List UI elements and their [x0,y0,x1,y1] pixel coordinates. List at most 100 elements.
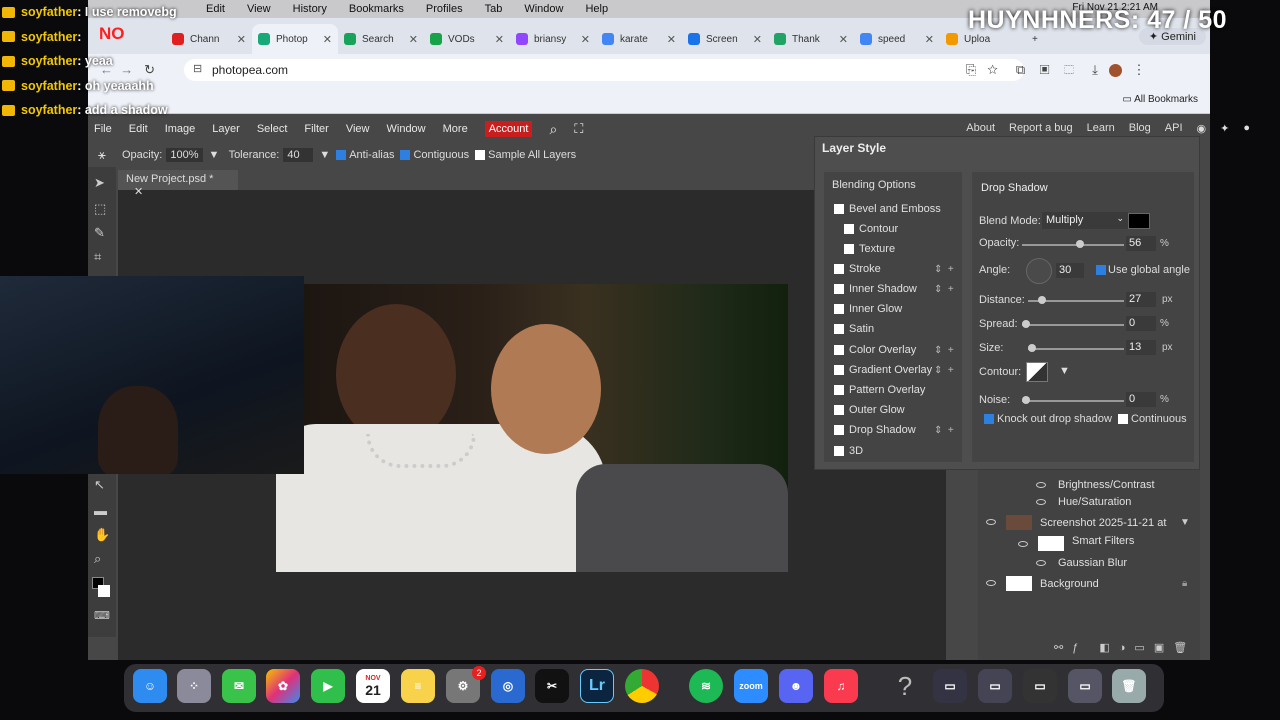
contour-checkbox[interactable] [844,224,854,234]
shadow-color-swatch[interactable] [1128,213,1150,229]
size-slider-knob[interactable] [1028,344,1036,352]
bevel-checkbox[interactable] [834,204,844,214]
outer-glow-checkbox[interactable] [834,405,844,415]
lightroom-icon[interactable]: Lr [580,669,614,703]
gradient-overlay-add-icon[interactable]: ⇕ + [934,365,954,376]
messages-icon[interactable]: ✉ [222,669,256,703]
pp-link-learn[interactable]: Learn [1087,122,1115,135]
style-drop-shadow[interactable]: Drop Shadow [834,424,916,436]
tab-karate[interactable]: karate ✕ [596,24,682,54]
style-outer-glow[interactable]: Outer Glow [834,404,905,416]
brush-tool-icon[interactable]: ✎ [94,225,105,241]
photos-icon[interactable]: ✿ [266,669,300,703]
magic-wand-icon[interactable]: ⚹ [98,147,106,163]
continuous-checkbox[interactable] [1118,414,1128,424]
contour-preview[interactable] [1026,362,1048,382]
pp-link-report-bug[interactable]: Report a bug [1009,122,1073,135]
opacity-slider-knob[interactable] [1076,240,1084,248]
path-select-icon[interactable]: ↖ [94,477,105,493]
close-icon[interactable]: ✕ [134,186,143,198]
pp-link-blog[interactable]: Blog [1129,122,1151,135]
style-inner-glow[interactable]: Inner Glow [834,303,902,315]
close-icon[interactable]: ✕ [495,33,504,46]
sample-all-checkbox[interactable] [475,150,486,160]
mac-menu-view[interactable]: View [247,3,271,15]
blending-options[interactable]: Blending Options [832,179,916,191]
help-icon[interactable]: ? [888,669,922,703]
search-icon[interactable]: ⌕ [549,121,557,138]
tab-speed[interactable]: speed ✕ [854,24,940,54]
window-thumbnail-icon[interactable]: ▭ [933,669,967,703]
style-gradient-overlay[interactable]: Gradient Overlay [834,364,932,376]
spotify-icon[interactable]: ≋ [689,669,723,703]
kebab-menu-icon[interactable]: ⋮ [1133,62,1146,77]
eye-icon[interactable] [1018,541,1028,547]
sidepanel-icon[interactable]: ▣ [1040,62,1050,77]
all-bookmarks[interactable]: ▭ All Bookmarks [1122,94,1198,105]
inner-shadow-checkbox[interactable] [834,284,844,294]
close-icon[interactable]: ✕ [925,33,934,46]
star-icon[interactable]: ☆ [987,62,998,77]
texture-checkbox[interactable] [844,244,854,254]
style-stroke[interactable]: Stroke [834,263,881,275]
layer-gaussian-blur[interactable]: Gaussian Blur [1058,557,1127,569]
chevron-down-icon[interactable]: ▼ [1059,365,1070,377]
install-icon[interactable]: ⎘ [966,62,976,77]
tab-screen[interactable]: Screen ✕ [682,24,768,54]
3d-checkbox[interactable] [834,446,844,456]
close-icon[interactable]: ✕ [753,33,762,46]
pp-menu-select[interactable]: Select [257,123,288,135]
tolerance-input[interactable]: 40 [283,148,314,162]
mac-menu-window[interactable]: Window [524,3,563,15]
color-overlay-checkbox[interactable] [834,345,844,355]
inner-shadow-add-icon[interactable]: ⇕ + [934,284,954,295]
chevron-down-icon[interactable]: ▼ [319,149,330,161]
move-tool-icon[interactable]: ➤ [94,175,105,191]
contiguous-checkbox[interactable] [400,150,411,160]
eye-icon[interactable] [1036,560,1046,566]
pp-link-api[interactable]: API [1165,122,1183,135]
angle-value[interactable]: 30 [1056,263,1084,278]
opacity-value[interactable]: 56 [1126,236,1156,251]
opacity-input[interactable]: 100% [166,148,203,162]
style-pattern-overlay[interactable]: Pattern Overlay [834,384,925,396]
close-icon[interactable]: ✕ [581,33,590,46]
stroke-checkbox[interactable] [834,264,844,274]
size-value[interactable]: 13 [1126,340,1156,355]
color-overlay-add-icon[interactable]: ⇕ + [934,345,954,356]
tab-vods[interactable]: VODs ✕ [424,24,510,54]
drop-shadow-checkbox[interactable] [834,425,844,435]
angle-dial[interactable] [1026,258,1052,284]
layer-background[interactable]: Background [1040,578,1099,590]
satin-checkbox[interactable] [834,324,844,334]
pp-menu-filter[interactable]: Filter [304,123,328,135]
hand-tool-icon[interactable]: ✋ [94,527,110,543]
eye-icon[interactable] [986,580,996,586]
rectangle-tool-icon[interactable]: ▬ [94,503,107,518]
twitter-icon[interactable]: ✦ [1220,122,1229,135]
distance-slider-knob[interactable] [1038,296,1046,304]
style-satin[interactable]: Satin [834,323,874,335]
pp-menu-layer[interactable]: Layer [212,123,240,135]
pp-menu-view[interactable]: View [346,123,370,135]
pp-menu-image[interactable]: Image [165,123,196,135]
quicktime-icon[interactable]: ◎ [491,669,525,703]
pp-menu-more[interactable]: More [443,123,468,135]
facetime-icon[interactable]: ▶ [311,669,345,703]
tab-search[interactable]: Search ✕ [338,24,424,54]
mac-menu-help[interactable]: Help [585,3,608,15]
close-icon[interactable]: ✕ [323,33,332,46]
antialias-checkbox[interactable] [336,150,347,160]
noise-value[interactable]: 0 [1126,392,1156,407]
launchpad-icon[interactable]: ⁘ [177,669,211,703]
document-tab[interactable]: New Project.psd * ✕ [118,170,238,198]
calendar-icon[interactable]: NOV 21 [356,669,390,703]
pp-menu-file[interactable]: File [94,123,112,135]
spread-value[interactable]: 0 [1126,316,1156,331]
style-inner-shadow[interactable]: Inner Shadow [834,283,917,295]
music-icon[interactable]: ♫ [824,669,858,703]
trash-icon[interactable]: 🗑︎ [1112,669,1146,703]
opacity-slider[interactable] [1022,244,1124,246]
finder-icon[interactable]: ☺ [133,669,167,703]
canvas-photo[interactable] [276,284,788,572]
